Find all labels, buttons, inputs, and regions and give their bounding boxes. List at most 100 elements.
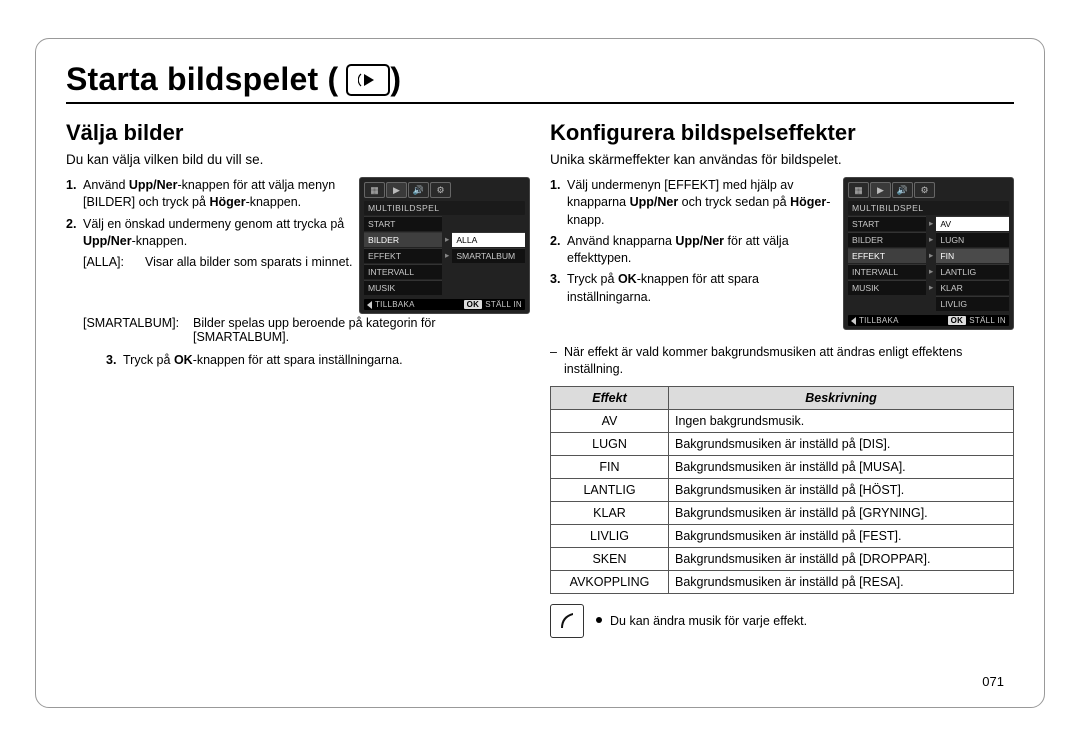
cell-effect: SKEN [551, 547, 669, 570]
lcd-tab-gear-icon: ⚙ [914, 182, 935, 198]
step-text: Välj undermenyn [EFFEKT] med hjälp av kn… [567, 177, 843, 229]
lcd-box: ▦ ▶ 🔊 ⚙ MULTIBILDSPEL START▸AV BILDER▸LU… [843, 177, 1014, 330]
lcd-item: INTERVALL [848, 264, 926, 279]
cell-desc: Bakgrundsmusiken är inställd på [DIS]. [669, 432, 1014, 455]
lcd-item: MUSIK [364, 280, 442, 295]
triangle-left-icon [851, 317, 856, 325]
left-body: 1. Använd Upp/Ner-knappen för att välja … [66, 177, 530, 314]
lcd-item: START [364, 216, 442, 231]
lcd-sub-item: LANTLIG [936, 264, 1009, 279]
table-row: SKENBakgrundsmusiken är inställd på [DRO… [551, 547, 1014, 570]
right-note: – När effekt är vald kommer bakgrundsmus… [550, 344, 1014, 378]
right-step-2: 2. Använd knapparna Upp/Ner för att välj… [550, 233, 843, 268]
cell-desc: Bakgrundsmusiken är inställd på [RESA]. [669, 570, 1014, 593]
lcd-item: MUSIK [848, 280, 926, 295]
left-step-2: 2. Välj en önskad undermeny genom att tr… [66, 216, 359, 251]
cell-desc: Bakgrundsmusiken är inställd på [DROPPAR… [669, 547, 1014, 570]
table-row: KLARBakgrundsmusiken är inställd på [GRY… [551, 501, 1014, 524]
step-text: Tryck på OK-knappen för att spara instäl… [567, 271, 843, 306]
step-text: Välj en önskad undermeny genom att tryck… [83, 216, 359, 251]
lcd-item: INTERVALL [364, 264, 442, 279]
effects-table: Effekt Beskrivning AVIngen bakgrundsmusi… [550, 386, 1014, 594]
lcd-tabs: ▦ ▶ 🔊 ⚙ [364, 182, 525, 198]
left-column: Välja bilder Du kan välja vilken bild du… [66, 120, 530, 638]
lcd-title: MULTIBILDSPEL [364, 201, 525, 215]
right-steps: 1. Välj undermenyn [EFFEKT] med hjälp av… [550, 177, 843, 310]
manual-page: Starta bildspelet ( ) Välja bilder Du ka… [35, 38, 1045, 708]
table-row: AVKOPPLINGBakgrundsmusiken är inställd p… [551, 570, 1014, 593]
lcd-title: MULTIBILDSPEL [848, 201, 1009, 215]
bullet-icon [596, 617, 602, 623]
lcd-footer: TILLBAKA OKSTÄLL IN [364, 299, 525, 310]
table-row: FINBakgrundsmusiken är inställd på [MUSA… [551, 455, 1014, 478]
table-row: AVIngen bakgrundsmusik. [551, 409, 1014, 432]
slideshow-icon [346, 64, 390, 96]
left-steps: 1. Använd Upp/Ner-knappen för att välja … [66, 177, 359, 271]
columns: Välja bilder Du kan välja vilken bild du… [66, 120, 1014, 638]
cell-effect: LUGN [551, 432, 669, 455]
step-number: 2. [66, 216, 83, 251]
left-intro: Du kan välja vilken bild du vill se. [66, 152, 530, 167]
th-desc: Beskrivning [669, 386, 1014, 409]
chevron-right-icon: ▸ [929, 234, 933, 245]
kv-key: [SMARTALBUM]: [83, 316, 193, 344]
lcd-sub-selected: ALLA [452, 232, 525, 247]
lcd-item-active: EFFEKT [848, 248, 926, 263]
left-step-1: 1. Använd Upp/Ner-knappen för att välja … [66, 177, 359, 212]
note-icon [550, 604, 584, 638]
lcd-set: OKSTÄLL IN [464, 300, 522, 309]
lcd-tab-gear-icon: ⚙ [430, 182, 451, 198]
th-effect: Effekt [551, 386, 669, 409]
lcd-tab-sound-icon: 🔊 [892, 182, 913, 198]
chevron-right-icon: ▸ [929, 266, 933, 277]
cell-desc: Bakgrundsmusiken är inställd på [FEST]. [669, 524, 1014, 547]
right-intro: Unika skärmeffekter kan användas för bil… [550, 152, 1014, 167]
page-title: Starta bildspelet ( ) [66, 61, 1014, 98]
cell-effect: KLAR [551, 501, 669, 524]
lcd-tab-play-icon: ▶ [386, 182, 407, 198]
left-kv-alla: [ALLA]: Visar alla bilder som sparats i … [83, 254, 359, 271]
cell-effect: LIVLIG [551, 524, 669, 547]
step-number: 1. [550, 177, 567, 229]
table-row: LANTLIGBakgrundsmusiken är inställd på [… [551, 478, 1014, 501]
step-number: 2. [550, 233, 567, 268]
triangle-left-icon [367, 301, 372, 309]
kv-val: Bilder spelas upp beroende på kategorin … [193, 316, 530, 344]
lcd-item: BILDER [848, 232, 926, 247]
right-step-3: 3. Tryck på OK-knappen för att spara ins… [550, 271, 843, 306]
cell-desc: Bakgrundsmusiken är inställd på [MUSA]. [669, 455, 1014, 478]
lcd-preview-left: ▦ ▶ 🔊 ⚙ MULTIBILDSPEL START BILDER ▸ALLA [359, 177, 530, 314]
step-text: Tryck på OK-knappen för att spara instäl… [123, 352, 403, 369]
lcd-item-active: BILDER [364, 232, 442, 247]
page-title-row: Starta bildspelet ( ) [66, 61, 1014, 110]
step-number: 3. [106, 352, 123, 369]
chevron-right-icon: ▸ [929, 282, 933, 293]
lcd-item: EFFEKT [364, 248, 442, 263]
kv-val: Visar alla bilder som sparats i minnet. [145, 254, 359, 271]
cell-effect: FIN [551, 455, 669, 478]
ok-badge: OK [948, 316, 967, 325]
kv-key: [ALLA]: [83, 254, 145, 271]
title-rule [66, 102, 1014, 104]
table-header-row: Effekt Beskrivning [551, 386, 1014, 409]
step-number: 3. [550, 271, 567, 306]
cell-effect: AVKOPPLING [551, 570, 669, 593]
note-text: När effekt är vald kommer bakgrundsmusik… [564, 344, 1014, 378]
table-row: LIVLIGBakgrundsmusiken är inställd på [F… [551, 524, 1014, 547]
lcd-back: TILLBAKA [851, 316, 899, 325]
right-column: Konfigurera bildspelseffekter Unika skär… [530, 120, 1014, 638]
step-number: 1. [66, 177, 83, 212]
tip-text: Du kan ändra musik för varje effekt. [596, 614, 807, 628]
step-text: Använd Upp/Ner-knappen för att välja men… [83, 177, 359, 212]
right-body: 1. Välj undermenyn [EFFEKT] med hjälp av… [550, 177, 1014, 330]
lcd-back: TILLBAKA [367, 300, 415, 309]
lcd-tab-sound-icon: 🔊 [408, 182, 429, 198]
lcd-sub-item: SMARTALBUM [452, 248, 525, 263]
lcd-sub-item: KLAR [936, 280, 1009, 295]
left-kv-smart: [SMARTALBUM]: Bilder spelas upp beroende… [83, 316, 530, 344]
left-step-3: 3. Tryck på OK-knappen för att spara ins… [106, 352, 530, 369]
lcd-tab-play-icon: ▶ [870, 182, 891, 198]
cell-effect: LANTLIG [551, 478, 669, 501]
lcd-tabs: ▦ ▶ 🔊 ⚙ [848, 182, 1009, 198]
lcd-footer: TILLBAKA OKSTÄLL IN [848, 315, 1009, 326]
